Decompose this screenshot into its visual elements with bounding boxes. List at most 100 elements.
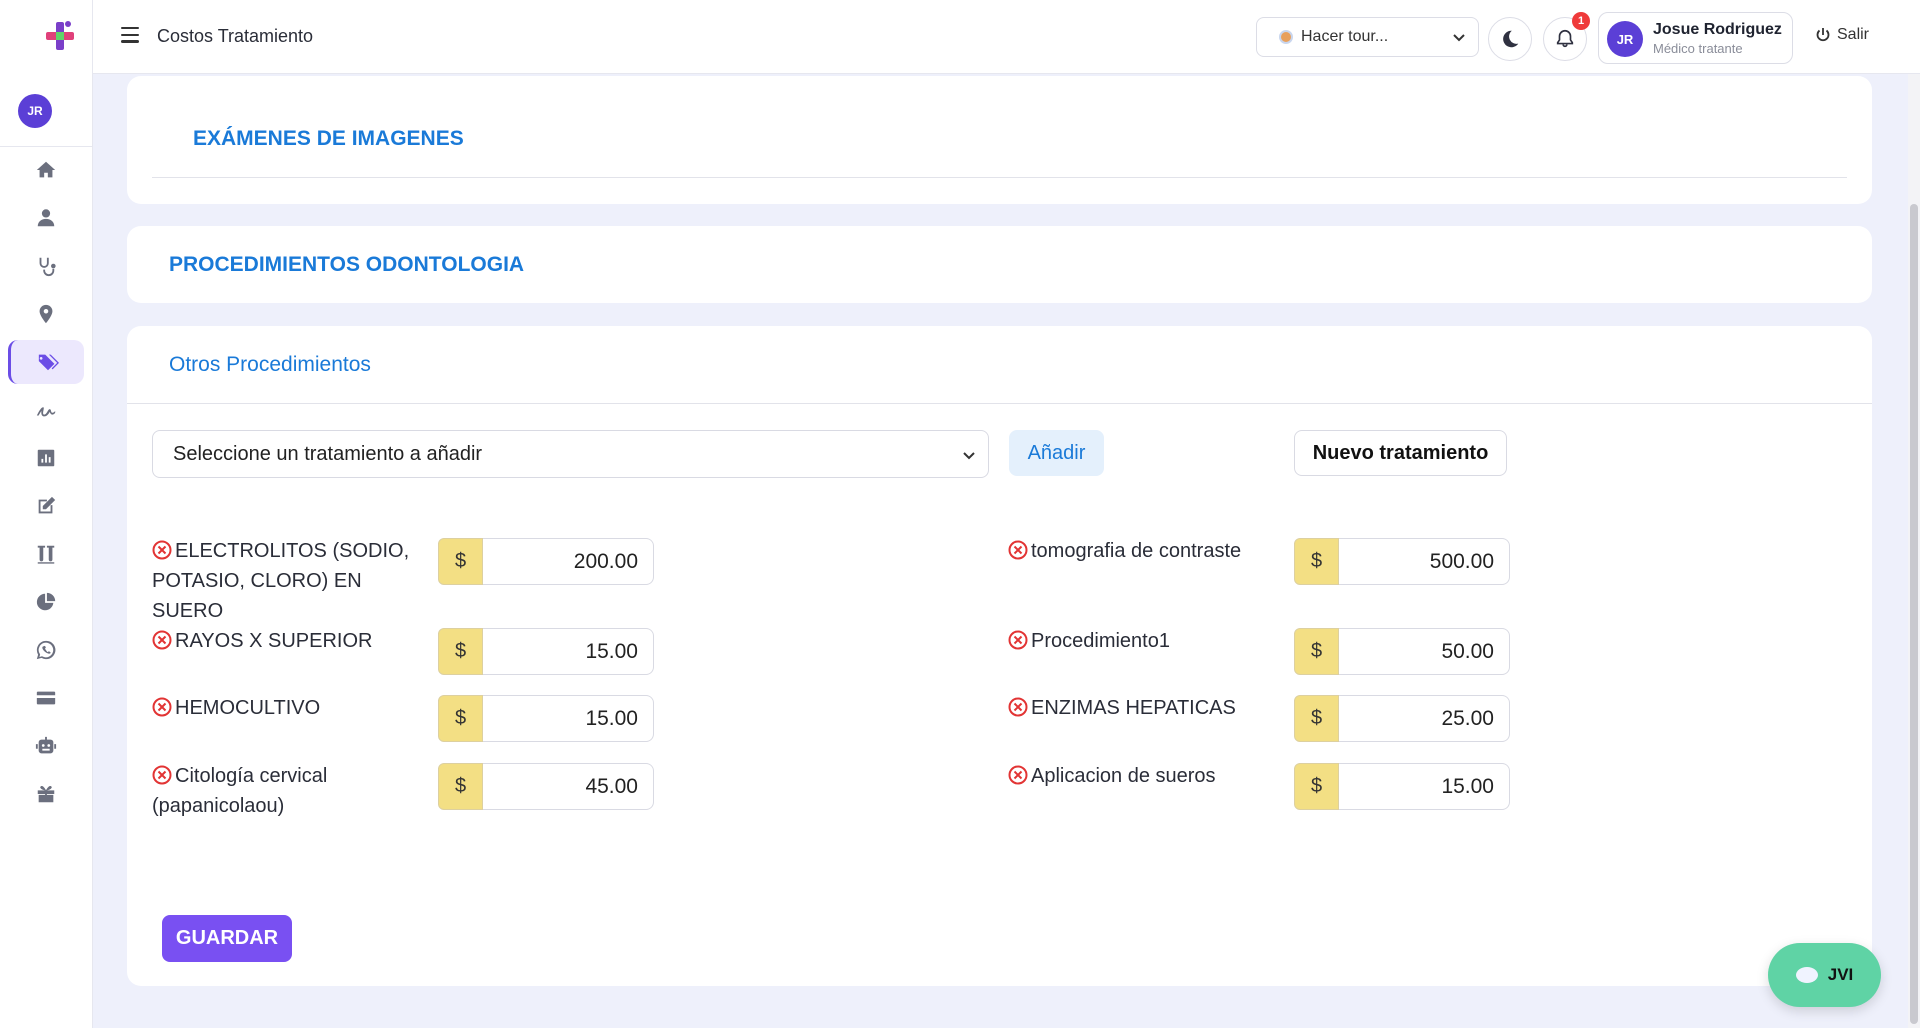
price-input[interactable] <box>1339 695 1510 742</box>
menu-toggle-icon[interactable] <box>121 27 139 43</box>
list-item-label: RAYOS X SUPERIOR <box>152 626 422 656</box>
price-input-group: $ <box>438 695 654 742</box>
remove-icon[interactable] <box>1008 540 1028 560</box>
list-item-label: Citología cervical (papanicolaou) <box>152 761 422 821</box>
item-name: ELECTROLITOS (SODIO, POTASIO, CLORO) EN … <box>152 540 410 622</box>
chat-assistant-button[interactable]: JVI <box>1768 943 1881 1007</box>
price-input[interactable] <box>1339 628 1510 675</box>
currency-addon: $ <box>438 763 483 810</box>
save-button[interactable]: GUARDAR <box>162 915 292 962</box>
currency-addon: $ <box>438 695 483 742</box>
treatment-select[interactable]: Seleccione un tratamiento a añadir <box>152 430 989 478</box>
user-menu[interactable]: JR Josue Rodriguez Médico tratante <box>1598 12 1793 64</box>
divider <box>152 177 1847 178</box>
currency-addon: $ <box>438 538 483 585</box>
edit-icon <box>38 496 56 514</box>
scrollbar[interactable] <box>1908 74 1920 1028</box>
sidebar-item-whatsapp[interactable] <box>8 628 84 672</box>
remove-icon[interactable] <box>152 765 172 785</box>
sidebar-item-lab[interactable] <box>8 532 84 576</box>
sidebar-item-costs[interactable] <box>8 340 84 384</box>
stethoscope-icon <box>39 257 56 277</box>
item-name: HEMOCULTIVO <box>175 697 321 719</box>
price-input[interactable] <box>1339 763 1510 810</box>
treatment-select-value: Seleccione un tratamiento a añadir <box>173 442 483 465</box>
logout-label: Salir <box>1837 26 1870 43</box>
divider <box>127 403 1872 404</box>
remove-icon[interactable] <box>1008 630 1028 650</box>
item-name: Aplicacion de sueros <box>1031 765 1216 787</box>
currency-addon: $ <box>1294 763 1339 810</box>
chat-label: JVI <box>1827 965 1854 984</box>
remove-icon[interactable] <box>1008 765 1028 785</box>
sidebar-item-signature[interactable] <box>8 388 84 432</box>
sidebar-item-stats[interactable] <box>8 580 84 624</box>
sidebar-item-rewards[interactable] <box>8 772 84 816</box>
item-name: ENZIMAS HEPATICAS <box>1031 697 1236 719</box>
home-icon <box>36 161 56 178</box>
list-item-label: Aplicacion de sueros <box>1008 761 1278 791</box>
location-pin-icon <box>39 304 53 324</box>
remove-icon[interactable] <box>152 630 172 650</box>
remove-icon[interactable] <box>1008 697 1028 717</box>
avatar: JR <box>1607 21 1643 57</box>
sidebar-item-locations[interactable] <box>8 292 84 336</box>
remove-icon[interactable] <box>152 697 172 717</box>
imaging-section-title[interactable]: EXÁMENES DE IMAGENES <box>193 127 464 151</box>
price-input[interactable] <box>483 628 654 675</box>
item-name: tomografia de contraste <box>1031 540 1242 562</box>
price-input-group: $ <box>1294 695 1510 742</box>
sidebar-divider <box>0 146 93 147</box>
sidebar-avatar[interactable]: JR <box>18 94 52 128</box>
moon-icon <box>1503 30 1519 48</box>
user-icon <box>37 209 55 227</box>
topbar: Costos Tratamiento Hacer tour... 1 JR Jo… <box>93 0 1920 74</box>
test-tubes-icon <box>37 545 55 564</box>
sidebar-item-assistant[interactable] <box>8 724 84 768</box>
user-role: Médico tratante <box>1653 41 1743 56</box>
item-name: Citología cervical (papanicolaou) <box>152 765 328 817</box>
other-section-title[interactable]: Otros Procedimientos <box>169 353 371 377</box>
credit-card-icon <box>36 691 56 705</box>
sidebar: JR <box>0 0 93 1028</box>
currency-addon: $ <box>1294 538 1339 585</box>
sidebar-item-notes[interactable] <box>8 484 84 528</box>
tour-select-value: Hacer tour... <box>1301 28 1389 45</box>
price-input[interactable] <box>483 695 654 742</box>
price-input-group: $ <box>1294 628 1510 675</box>
pie-chart-icon <box>36 592 56 611</box>
sidebar-item-reports[interactable] <box>8 436 84 480</box>
user-name: Josue Rodriguez <box>1653 21 1782 38</box>
logout-button[interactable]: Salir <box>1815 26 1869 44</box>
sidebar-item-patients[interactable] <box>8 196 84 240</box>
dental-section: PROCEDIMIENTOS ODONTOLOGIA <box>127 226 1872 303</box>
notifications-button[interactable]: 1 <box>1543 12 1590 61</box>
sidebar-item-consults[interactable] <box>8 244 84 288</box>
app-logo-icon[interactable] <box>42 18 78 54</box>
sidebar-item-home[interactable] <box>8 148 84 192</box>
power-icon <box>1816 28 1830 42</box>
list-item-label: ENZIMAS HEPATICAS <box>1008 693 1278 723</box>
price-input-group: $ <box>438 628 654 675</box>
price-input[interactable] <box>483 763 654 810</box>
list-item-label: Procedimiento1 <box>1008 626 1278 656</box>
tour-select[interactable]: Hacer tour... <box>1256 17 1479 57</box>
new-treatment-button[interactable]: Nuevo tratamiento <box>1294 430 1507 476</box>
scrollbar-thumb[interactable] <box>1910 204 1918 1024</box>
price-input-group: $ <box>438 763 654 810</box>
remove-icon[interactable] <box>152 540 172 560</box>
item-name: RAYOS X SUPERIOR <box>175 630 373 652</box>
dental-section-title[interactable]: PROCEDIMIENTOS ODONTOLOGIA <box>169 253 524 277</box>
notification-badge: 1 <box>1572 12 1590 30</box>
sidebar-item-payments[interactable] <box>8 676 84 720</box>
chat-bubble-icon <box>1795 967 1818 983</box>
chevron-down-icon <box>963 452 975 460</box>
imaging-section: EXÁMENES DE IMAGENES <box>127 76 1872 204</box>
price-input[interactable] <box>1339 538 1510 585</box>
other-procedures-section: Otros Procedimientos Seleccione un trata… <box>127 326 1872 986</box>
price-input[interactable] <box>483 538 654 585</box>
whatsapp-icon <box>36 640 56 660</box>
list-item-label: ELECTROLITOS (SODIO, POTASIO, CLORO) EN … <box>152 536 422 626</box>
add-treatment-button[interactable]: Añadir <box>1009 430 1104 476</box>
dark-mode-toggle[interactable] <box>1488 17 1532 61</box>
